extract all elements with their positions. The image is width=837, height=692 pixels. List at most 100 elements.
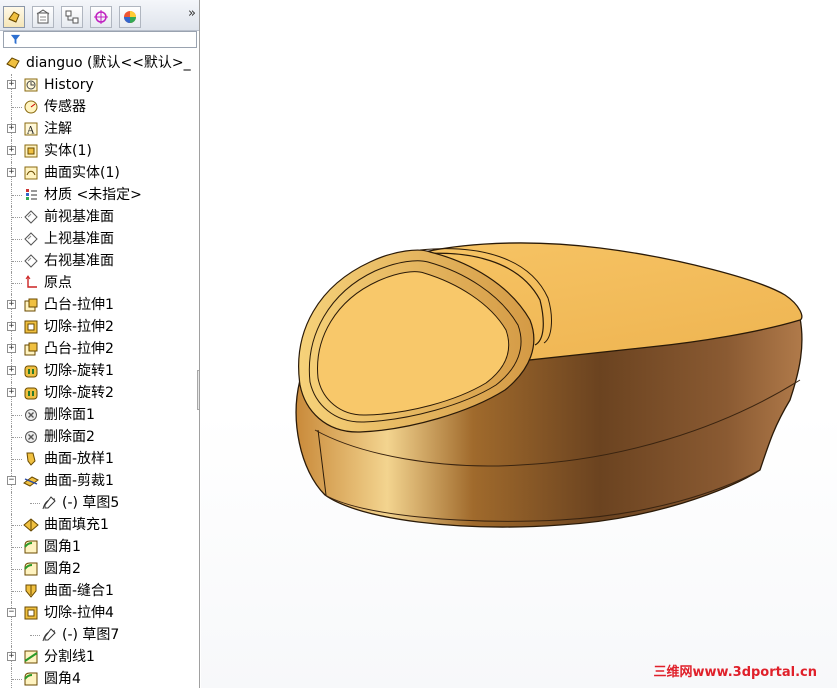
tree-guide-line [12,591,22,592]
configurationmanager-icon [65,10,79,24]
tree-item[interactable]: + 切除-旋转1 [0,360,196,382]
dimxpert-tab[interactable] [90,6,112,28]
tree-item[interactable]: 上视基准面 [0,228,196,250]
tree-item[interactable]: + 切除-拉伸2 [0,316,196,338]
expand-toggle[interactable]: + [7,146,16,155]
tree-item[interactable]: + 曲面实体(1) [0,162,196,184]
sensor-icon [23,99,39,115]
tree-guide-line [12,217,22,218]
tree-item[interactable]: 右视基准面 [0,250,196,272]
tree-root-part[interactable]: dianguo (默认<<默认>_ [4,53,191,73]
tree-item[interactable]: + A 注解 [0,118,196,140]
tree-guide-line [12,107,22,108]
surface-fill-icon [23,517,39,533]
tree-item-label: 材质 <未指定> [44,187,142,203]
tree-item[interactable]: (-) 草图5 [0,492,196,514]
tree-item[interactable]: 原点 [0,272,196,294]
tree-item[interactable]: + History [0,74,196,96]
plane-icon [23,209,39,225]
expand-toggle[interactable]: + [7,124,16,133]
tree-item-label: 切除-拉伸2 [44,319,114,335]
watermark-text: 三维网www.3dportal.cn [653,665,817,680]
expand-toggle[interactable]: + [7,168,16,177]
tree-item[interactable]: − 曲面-剪裁1 [0,470,196,492]
tree-item[interactable]: 圆角1 [0,536,196,558]
tree-item[interactable]: + 凸台-拉伸2 [0,338,196,360]
graphics-viewport[interactable]: 三维网www.3dportal.cn [201,0,837,688]
configurationmanager-tab[interactable] [61,6,83,28]
tree-guide-line [11,624,12,646]
fillet-icon [23,671,39,687]
tree-item[interactable]: 曲面-缝合1 [0,580,196,602]
tree-item-label: 圆角4 [44,671,81,687]
propertymanager-tab[interactable] [32,6,54,28]
tree-guide-line [12,525,22,526]
expand-toggle[interactable]: + [7,322,16,331]
tree-item[interactable]: 删除面1 [0,404,196,426]
tree-item-label: 上视基准面 [44,231,114,247]
expand-toggle[interactable]: + [7,344,16,353]
origin-icon [23,275,39,291]
tree-guide-line [11,492,12,514]
tree-guide-line [12,569,22,570]
mouse-model-3d[interactable] [201,0,837,688]
expand-toggle[interactable]: + [7,300,16,309]
collapse-toggle[interactable]: − [7,608,16,617]
tree-item[interactable]: 材质 <未指定> [0,184,196,206]
sketch-icon [41,495,57,511]
tree-item-label: 删除面1 [44,407,95,423]
tree-item[interactable]: + 实体(1) [0,140,196,162]
tree-item-label: 凸台-拉伸2 [44,341,114,357]
tree-item-label: 切除-拉伸4 [44,605,114,621]
tree-item-label: 切除-旋转1 [44,363,114,379]
tree-guide-line [12,261,22,262]
feature-manager-panel: » dianguo (默认<<默认>_ + History 传感器 + A 注解 + 实体(1… [0,0,200,688]
collapse-toggle[interactable]: − [7,476,16,485]
solid-bodies-icon [23,143,39,159]
tree-item-label: 原点 [44,275,72,291]
tree-guide-line [12,283,22,284]
tree-item-label: 分割线1 [44,649,95,665]
boss-extrude-icon [23,341,39,357]
tree-item[interactable]: + 凸台-拉伸1 [0,294,196,316]
history-icon [23,77,39,93]
tree-item[interactable]: − 切除-拉伸4 [0,602,196,624]
tree-guide-line [12,679,22,680]
tree-item[interactable]: 传感器 [0,96,196,118]
featuremanager-tab[interactable] [3,6,25,28]
tree-guide-line [12,239,22,240]
tree-item-label: 曲面-剪裁1 [44,473,114,489]
tree-item[interactable]: 曲面填充1 [0,514,196,536]
expand-toggle[interactable]: + [7,388,16,397]
expand-toggle[interactable]: + [7,652,16,661]
tree-item-label: 曲面填充1 [44,517,109,533]
fillet-icon [23,561,39,577]
tree-guide-line [11,668,12,688]
more-tabs-button[interactable]: » [188,6,196,21]
sketch-icon [41,627,57,643]
tree-filter-input[interactable] [3,31,197,48]
tree-item[interactable]: 曲面-放样1 [0,448,196,470]
tree-item-label: 传感器 [44,99,86,115]
filter-icon [10,34,21,45]
tree-item[interactable]: 删除面2 [0,426,196,448]
tree-item-label: 曲面-缝合1 [44,583,114,599]
display-manager-icon [124,11,136,23]
surface-bodies-icon [23,165,39,181]
tree-item[interactable]: 圆角4 [0,668,196,688]
tree-item[interactable]: + 分割线1 [0,646,196,668]
tree-item[interactable]: 前视基准面 [0,206,196,228]
tree-item-label: (-) 草图5 [62,495,120,511]
tree-item[interactable]: (-) 草图7 [0,624,196,646]
delete-face-icon [23,407,39,423]
tree-guide-line [12,437,22,438]
manager-tabs: » [0,0,199,31]
tree-item-label: 注解 [44,121,72,137]
panel-splitter[interactable]: ···· [197,370,199,410]
annotation-icon: A [23,121,39,137]
display-manager-tab[interactable] [119,6,141,28]
tree-item[interactable]: 圆角2 [0,558,196,580]
expand-toggle[interactable]: + [7,80,16,89]
expand-toggle[interactable]: + [7,366,16,375]
tree-item[interactable]: + 切除-旋转2 [0,382,196,404]
